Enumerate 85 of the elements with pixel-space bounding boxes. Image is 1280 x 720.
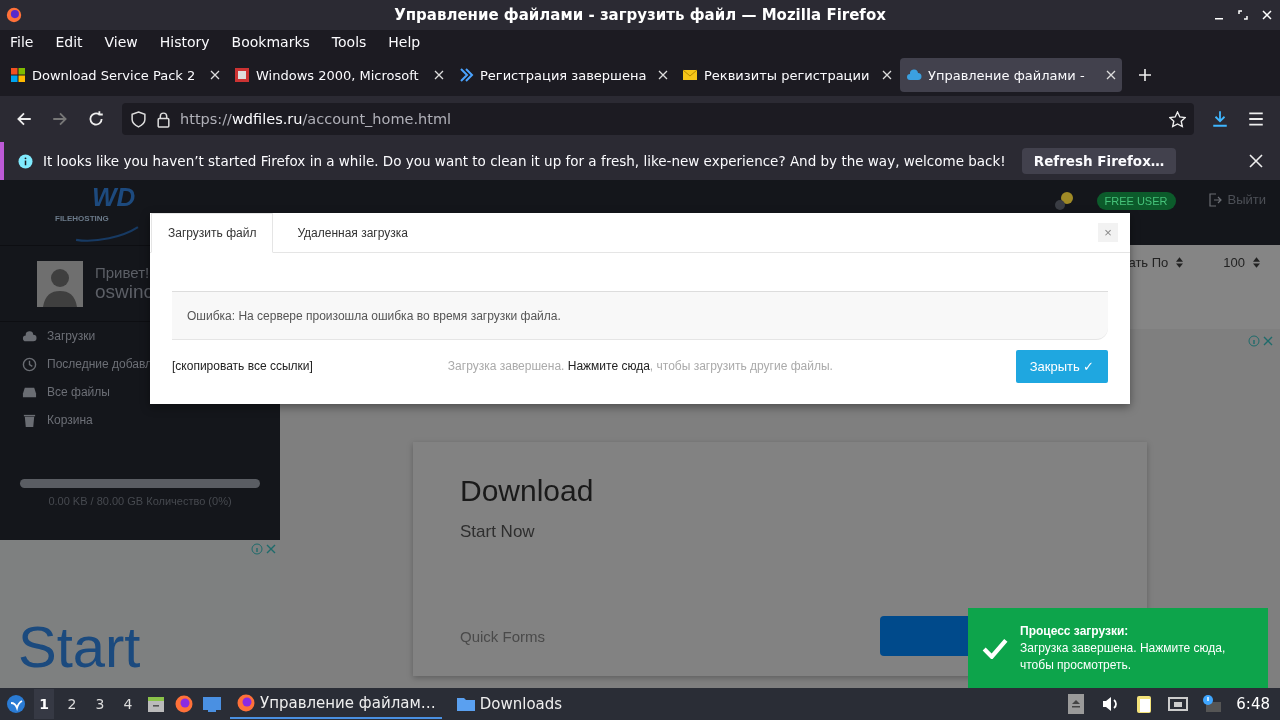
- sidebar-item[interactable]: Все файлы: [0, 378, 280, 406]
- ad-subtitle: Start Now: [460, 522, 536, 542]
- toast-title: Процесс загрузки:: [1020, 622, 1130, 640]
- cloud-upload-icon: [22, 328, 37, 344]
- ad-footer-text: Quick Forms: [460, 627, 545, 645]
- menu-item[interactable]: View: [98, 34, 144, 50]
- workspace-button[interactable]: 3: [90, 689, 110, 719]
- browser-tab[interactable]: Управление файлами -: [900, 58, 1122, 92]
- browser-tab[interactable]: Реквизиты регистрации: [676, 58, 898, 92]
- lock-icon: [155, 110, 172, 128]
- menu-item[interactable]: Help: [382, 34, 427, 50]
- firefox-icon: [5, 6, 23, 24]
- image-icon: [234, 67, 250, 83]
- clock-text: 6:48: [1236, 695, 1270, 713]
- firefox-icon[interactable]: [174, 694, 194, 714]
- logout-icon: [1207, 192, 1222, 207]
- alert-icon[interactable]: [1202, 694, 1223, 714]
- sort-arrows-icon: [1253, 257, 1260, 268]
- sort-select[interactable]: ать По: [1128, 255, 1184, 270]
- browser-tab[interactable]: Регистрация завершена: [452, 58, 674, 92]
- maximize-icon[interactable]: [1238, 10, 1248, 20]
- workspace-button[interactable]: 2: [62, 689, 82, 719]
- close-icon[interactable]: [882, 70, 892, 80]
- checkmark-icon: [982, 637, 1008, 659]
- avatar: [37, 260, 83, 307]
- logo-subtitle: FILEHOSTING: [55, 214, 109, 224]
- ad-title: Download: [460, 474, 595, 508]
- close-icon[interactable]: [434, 70, 444, 80]
- account-badge: FREE USER: [1096, 192, 1176, 210]
- chevron-icon: [458, 67, 474, 83]
- reload-icon[interactable]: [87, 110, 105, 128]
- menu-icon[interactable]: [1247, 110, 1265, 128]
- download-icon[interactable]: [1211, 110, 1229, 128]
- greeting-text: Привет!: [95, 264, 151, 281]
- start-menu-icon[interactable]: [6, 694, 26, 714]
- menu-item[interactable]: Bookmarks: [225, 34, 316, 50]
- dialog-tab[interactable]: Загрузить файл: [151, 213, 274, 253]
- firefox-icon: [236, 693, 256, 713]
- info-icon: [18, 153, 33, 169]
- copy-links-link[interactable]: [скопировать все ссылки]: [172, 359, 313, 373]
- workspace-button[interactable]: 4: [118, 689, 138, 719]
- desktop-icon[interactable]: [202, 694, 222, 714]
- upload-more-link[interactable]: Нажмите сюда: [567, 359, 650, 373]
- sort-select[interactable]: 100: [1223, 255, 1260, 270]
- sidebar-item[interactable]: Корзина: [0, 406, 280, 434]
- upload-status-text: Загрузка завершена. Нажмите сюда, чтобы загрузить другие файлы.: [447, 359, 833, 373]
- logo-mark: WD: [92, 182, 136, 212]
- taskbar-task[interactable]: Управление файлам…: [230, 689, 442, 719]
- cloud-icon: [906, 67, 922, 83]
- eject-icon[interactable]: [1066, 694, 1087, 714]
- url-text: https://wdfiles.ru/account_home.html: [180, 111, 452, 127]
- back-icon[interactable]: [15, 110, 33, 128]
- error-message: Ошибка: На сервере произошла ошибка во время загрузки файла.: [172, 291, 1108, 340]
- taskbar-task[interactable]: Downloads: [449, 689, 640, 719]
- envelope-icon: [682, 67, 698, 83]
- windows-logo-icon: [10, 67, 26, 83]
- star-icon[interactable]: [1169, 110, 1186, 128]
- toast-text: Загрузка завершена. Нажмите сюда, чтобы просмотреть.: [1020, 639, 1227, 674]
- dialog-tab[interactable]: Удаленная загрузка: [281, 214, 424, 252]
- address-bar[interactable]: https://wdfiles.ru/account_home.html: [122, 103, 1194, 135]
- new-tab-icon[interactable]: [1138, 68, 1152, 82]
- close-icon[interactable]: [1106, 70, 1116, 80]
- browser-tab[interactable]: Windows 2000, Microsoft: [228, 58, 450, 92]
- workspace-button[interactable]: 1: [34, 689, 54, 719]
- refresh-firefox-button[interactable]: Refresh Firefox…: [1021, 148, 1177, 174]
- window-title: Управление файлами - загрузить файл — Mozilla Firefox: [394, 6, 886, 24]
- menu-item[interactable]: File: [4, 34, 40, 50]
- shield-icon: [130, 110, 147, 128]
- file-cabinet-icon[interactable]: [146, 694, 166, 714]
- network-icon[interactable]: [1168, 694, 1189, 714]
- username-text: oswinc: [95, 281, 154, 303]
- menu-item[interactable]: Edit: [49, 34, 89, 50]
- notification-text: It looks like you haven’t started Firefox in a while. Do you want to clean it up for a fresh, like-new experience? And by the way, welcome back!: [43, 153, 1006, 169]
- menu-item[interactable]: History: [153, 34, 216, 50]
- close-icon[interactable]: [1249, 154, 1263, 168]
- ad-headline: Start: [18, 613, 141, 680]
- menu-item[interactable]: Tools: [325, 34, 373, 50]
- close-icon[interactable]: [210, 70, 220, 80]
- coin-icon: [1054, 192, 1073, 210]
- close-icon[interactable]: [658, 70, 668, 80]
- clock-icon: [22, 356, 37, 372]
- trash-icon: [22, 412, 37, 428]
- forward-icon[interactable]: [51, 110, 69, 128]
- browser-tab[interactable]: Download Service Pack 2: [4, 58, 226, 92]
- sort-arrows-icon: [1176, 257, 1184, 268]
